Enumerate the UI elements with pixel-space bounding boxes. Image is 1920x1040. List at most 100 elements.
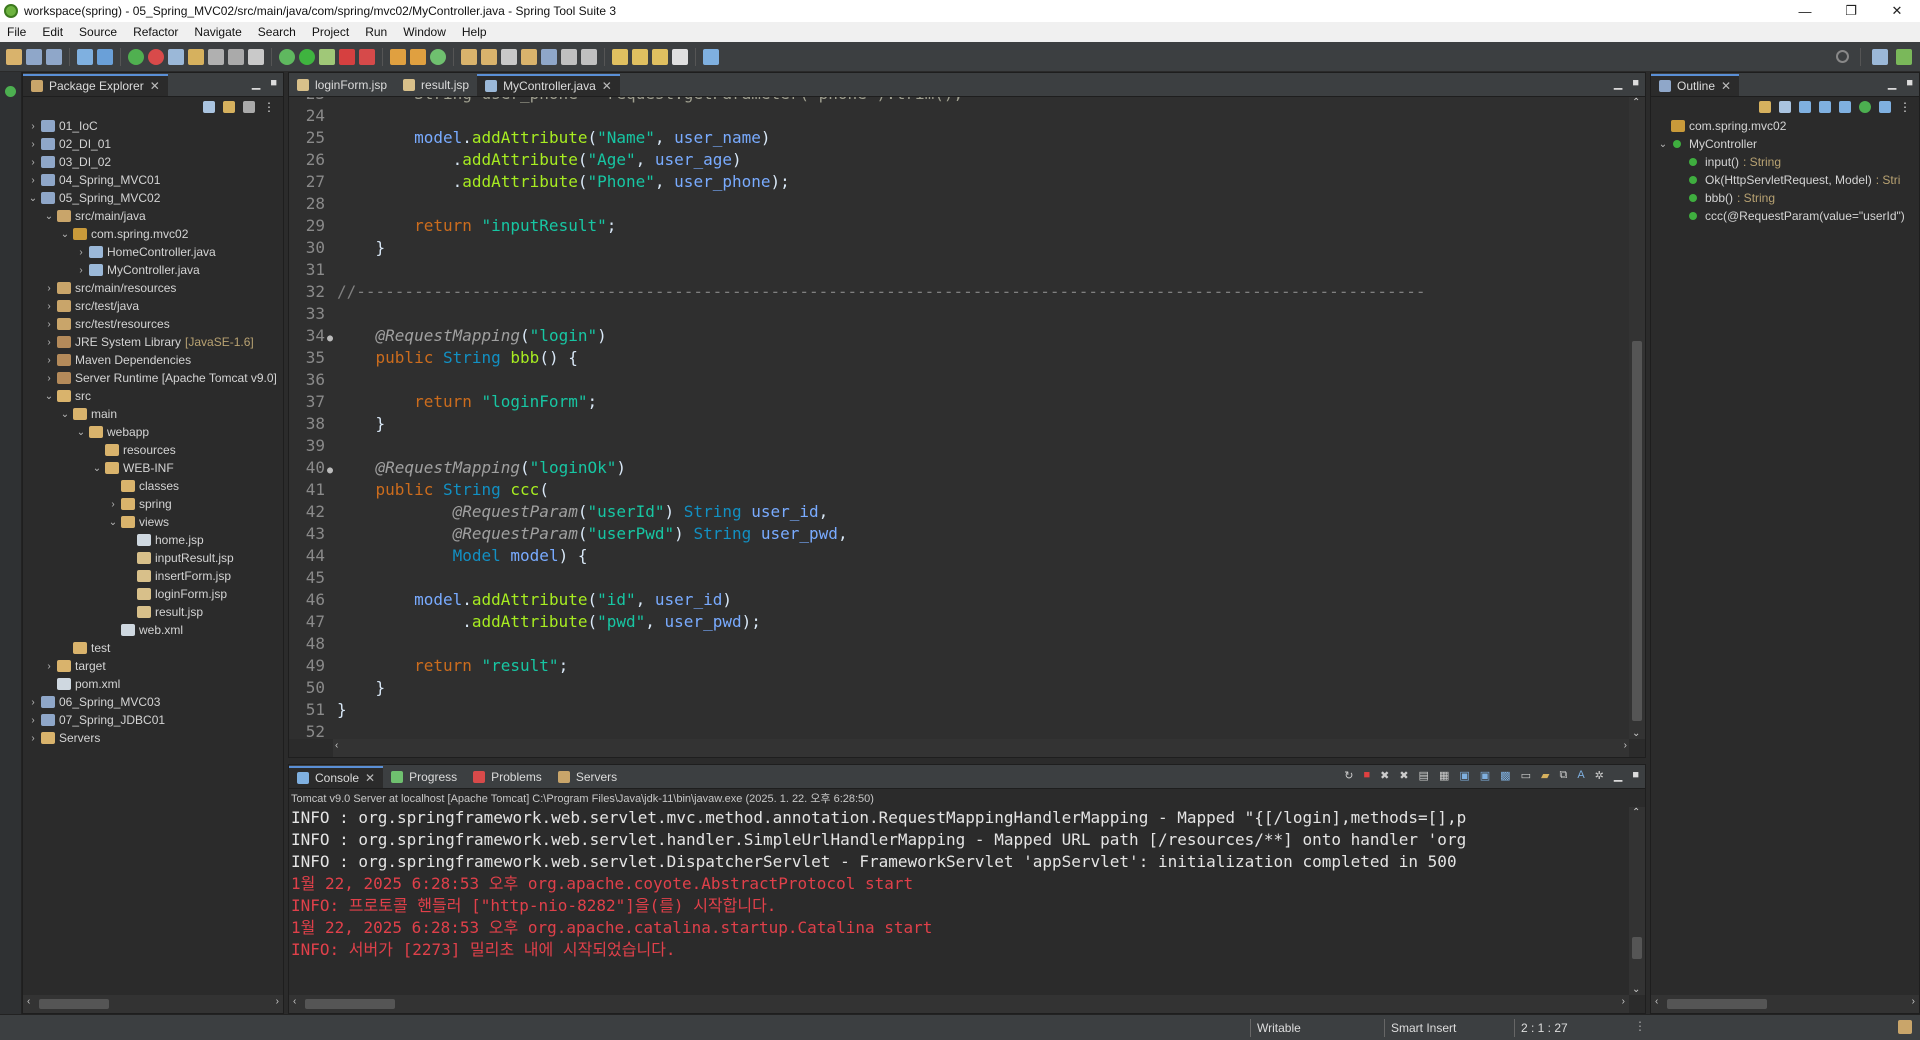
settings-gear-icon[interactable]: ✲ <box>1595 769 1604 782</box>
scroll-left-icon[interactable]: ‹ <box>293 996 296 1007</box>
tree-item[interactable]: result.jsp <box>23 603 283 621</box>
word-wrap-icon[interactable]: ▣ <box>1459 769 1469 782</box>
scroll-right-icon[interactable]: › <box>1912 996 1915 1007</box>
forward-arrow-icon[interactable] <box>672 48 688 65</box>
chevron-down-icon[interactable]: ⌄ <box>91 463 103 474</box>
hide-non-public-icon[interactable] <box>1839 101 1851 113</box>
close-icon[interactable]: ✕ <box>602 79 612 93</box>
tree-item[interactable]: › MyController.java <box>23 261 283 279</box>
outline-item[interactable]: ⌄ MyController <box>1651 135 1919 153</box>
tree-item[interactable]: ⌄ src <box>23 387 283 405</box>
tree-item[interactable]: › src/test/resources <box>23 315 283 333</box>
tree-item[interactable]: › target <box>23 657 283 675</box>
chevron-right-icon[interactable]: › <box>43 661 55 672</box>
outline-item[interactable]: ccc(@RequestParam(value="userId") <box>1651 207 1919 225</box>
pin-icon[interactable] <box>248 48 264 65</box>
view-menu-icon[interactable]: ⋮ <box>263 100 275 114</box>
chevron-down-icon[interactable]: ⌄ <box>43 211 55 222</box>
chevron-down-icon[interactable]: ⌄ <box>43 391 55 402</box>
tree-item[interactable]: › 04_Spring_MVC01 <box>23 171 283 189</box>
show-on-output-icon[interactable]: ▣ <box>1480 769 1490 782</box>
tree-item[interactable]: ⌄ src/main/java <box>23 207 283 225</box>
outline-item[interactable]: Ok(HttpServletRequest, Model) : Stri <box>1651 171 1919 189</box>
minimize-view-icon[interactable]: ▁ <box>1614 769 1622 782</box>
pin-editor-icon[interactable] <box>703 48 719 65</box>
scrollbar-thumb[interactable] <box>1667 999 1767 1009</box>
pin-console-icon[interactable]: ↻ <box>1344 769 1353 782</box>
quick-access-search-icon[interactable] <box>1836 50 1849 63</box>
outline-item[interactable]: input() : String <box>1651 153 1919 171</box>
tab-outline[interactable]: Outline ✕ <box>1651 74 1740 96</box>
open-type-icon[interactable] <box>461 48 477 65</box>
menu-project[interactable]: Project <box>305 25 358 39</box>
chevron-right-icon[interactable]: › <box>27 733 39 744</box>
show-whitespace-icon[interactable] <box>228 48 244 65</box>
editor-tab[interactable]: loginForm.jsp <box>289 74 395 96</box>
open-task-icon[interactable] <box>481 48 497 65</box>
console-vertical-scrollbar[interactable]: ⌃ ⌄ <box>1629 807 1645 995</box>
search-icon[interactable] <box>501 48 517 65</box>
scroll-down-icon[interactable]: ⌄ <box>1632 984 1640 995</box>
maximize-view-icon[interactable]: ■ <box>1632 769 1639 782</box>
tab-problems[interactable]: Problems <box>465 766 550 788</box>
open-folder-icon[interactable] <box>521 48 537 65</box>
external-tools-icon[interactable] <box>359 48 375 65</box>
chevron-right-icon[interactable]: › <box>27 121 39 132</box>
scrollbar-thumb[interactable] <box>1632 937 1642 959</box>
open-console-icon[interactable]: ▩ <box>1500 769 1510 782</box>
close-icon[interactable]: ✕ <box>365 771 375 785</box>
tree-item[interactable]: ⌄ 05_Spring_MVC02 <box>23 189 283 207</box>
next-annotation-icon[interactable] <box>561 48 577 65</box>
chevron-right-icon[interactable]: › <box>43 319 55 330</box>
save-icon[interactable] <box>26 48 42 65</box>
tree-item[interactable]: ⌄ webapp <box>23 423 283 441</box>
tree-item[interactable]: home.jsp <box>23 531 283 549</box>
tree-item[interactable]: › Maven Dependencies <box>23 351 283 369</box>
remove-launch-icon[interactable]: ✖ <box>1380 769 1389 782</box>
scroll-right-icon[interactable]: › <box>1622 996 1625 1007</box>
scrollbar-thumb[interactable] <box>39 999 109 1009</box>
spring-boot-dashboard-icon[interactable] <box>148 48 164 65</box>
tree-item[interactable]: insertForm.jsp <box>23 567 283 585</box>
status-menu-icon[interactable]: ⋮ <box>1634 1019 1646 1033</box>
menu-run[interactable]: Run <box>358 25 396 39</box>
minimize-view-icon[interactable]: ▁ <box>1888 77 1896 90</box>
clear-console-icon[interactable]: ▤ <box>1419 769 1429 782</box>
chevron-right-icon[interactable]: › <box>27 139 39 150</box>
status-insert-mode[interactable]: Smart Insert <box>1384 1019 1514 1037</box>
chevron-down-icon[interactable]: ⌄ <box>27 193 39 204</box>
open-perspective-icon[interactable] <box>1872 48 1888 65</box>
tree-item[interactable]: › spring <box>23 495 283 513</box>
menu-window[interactable]: Window <box>396 25 455 39</box>
tree-item[interactable]: ⌄ main <box>23 405 283 423</box>
chevron-right-icon[interactable]: › <box>43 355 55 366</box>
editor-horizontal-scrollbar[interactable]: ‹ › <box>333 739 1629 757</box>
tree-item[interactable]: › Servers <box>23 729 283 747</box>
new-icon[interactable] <box>6 48 22 65</box>
maximize-editor-icon[interactable]: ■ <box>1632 77 1639 90</box>
outline-item[interactable]: com.spring.mvc02 <box>1651 117 1919 135</box>
back-arrow-icon[interactable] <box>652 48 668 65</box>
tree-item[interactable]: › 01_IoC <box>23 117 283 135</box>
tree-item[interactable]: web.xml <box>23 621 283 639</box>
annotation-icon[interactable] <box>541 48 557 65</box>
scroll-lock-icon[interactable]: ▦ <box>1439 769 1449 782</box>
sort-icon[interactable] <box>1759 101 1771 113</box>
spring-perspective-icon[interactable] <box>1896 48 1912 65</box>
console-icon[interactable] <box>97 48 113 65</box>
restore-button[interactable]: ❐ <box>1828 0 1874 22</box>
tree-item[interactable]: ⌄ views <box>23 513 283 531</box>
outline-item[interactable]: bbb() : String <box>1651 189 1919 207</box>
focus-icon[interactable] <box>243 101 255 113</box>
font-icon[interactable]: A <box>1577 769 1584 782</box>
tree-item[interactable]: › JRE System Library [JavaSE-1.6] <box>23 333 283 351</box>
close-icon[interactable]: ✕ <box>1721 79 1731 93</box>
menu-help[interactable]: Help <box>455 25 496 39</box>
editor-tab[interactable]: MyController.java ✕ <box>477 74 620 96</box>
chevron-right-icon[interactable]: › <box>75 265 87 276</box>
hide-fields-icon[interactable] <box>1799 101 1811 113</box>
new-console-icon[interactable]: ▰ <box>1541 769 1549 782</box>
task-icon[interactable] <box>168 48 184 65</box>
scrollbar-thumb[interactable] <box>1632 341 1642 721</box>
remove-all-icon[interactable]: ✖ <box>1399 769 1408 782</box>
